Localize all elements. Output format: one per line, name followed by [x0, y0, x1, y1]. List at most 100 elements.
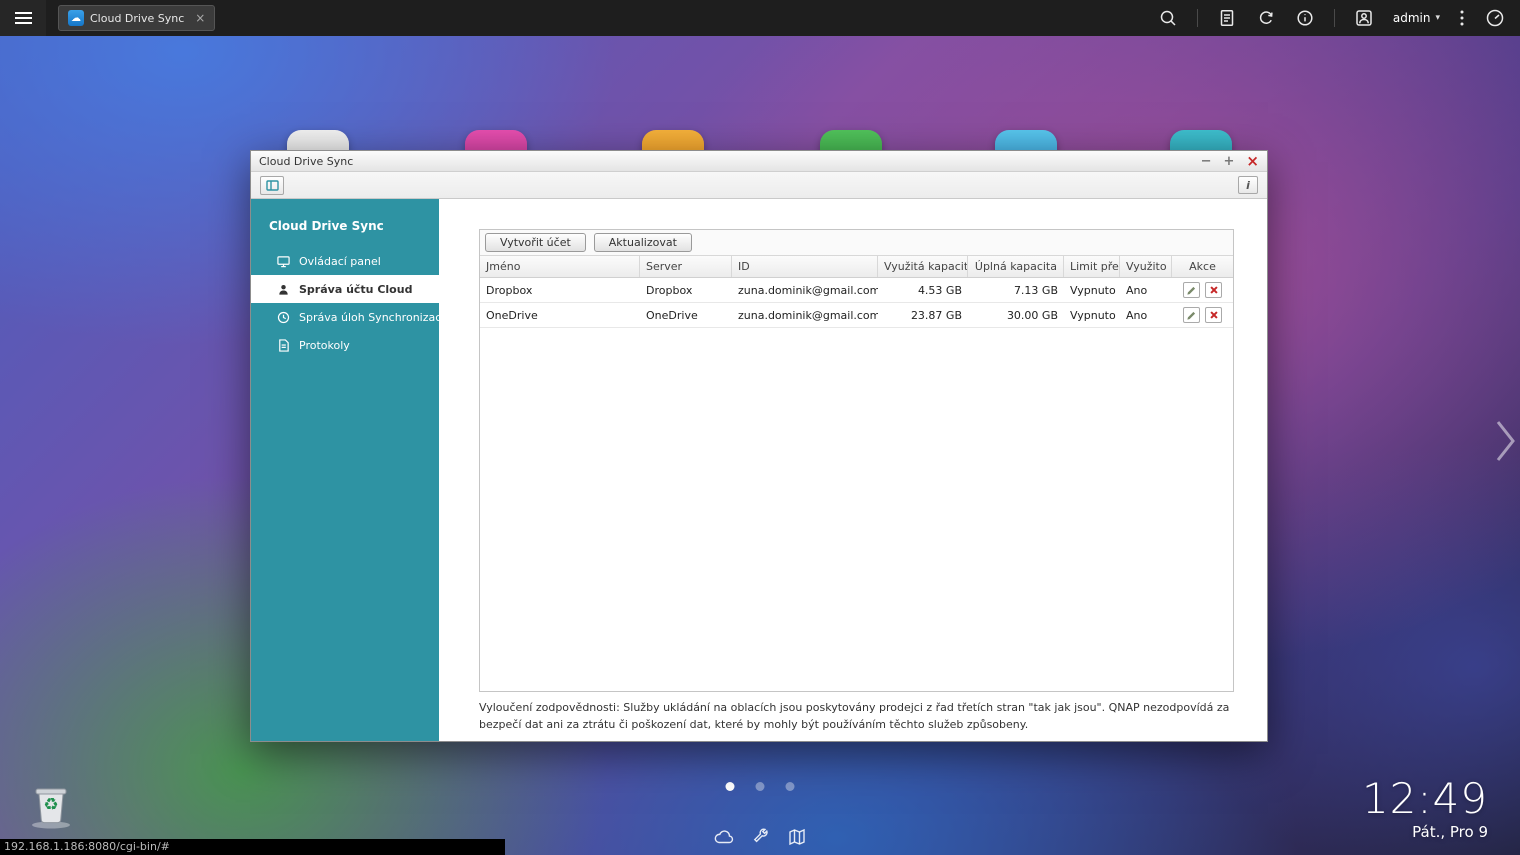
user-menu[interactable]: admin ▾	[1393, 11, 1440, 25]
search-button[interactable]	[1158, 8, 1178, 28]
cloud-icon	[713, 828, 735, 846]
delete-x-icon	[1209, 310, 1219, 320]
next-desktop-button[interactable]	[1495, 418, 1517, 468]
cloud-app-icon: ☁	[68, 10, 84, 26]
background-tasks-icon	[1217, 8, 1237, 28]
recycle-bin[interactable]: ♻	[25, 779, 77, 831]
cell-server: OneDrive	[640, 309, 732, 322]
clock-date: Pát., Pro 9	[1362, 823, 1488, 841]
column-header-uplna[interactable]: Úplná kapacita	[968, 256, 1064, 277]
window-content: Vytvořit účet Aktualizovat Jméno Server …	[439, 199, 1267, 741]
user-profile-button[interactable]	[1354, 8, 1374, 28]
close-icon[interactable]: ×	[1246, 154, 1259, 169]
refresh-button[interactable]: Aktualizovat	[594, 233, 692, 252]
page-dot-2[interactable]	[756, 782, 765, 791]
desktop-page-indicator	[726, 782, 795, 791]
sidebar-item-label: Ovládací panel	[299, 255, 381, 268]
notification-button[interactable]	[1295, 8, 1315, 28]
external-device-icon	[1256, 8, 1276, 28]
search-icon	[1158, 8, 1178, 28]
status-url-bar: 192.168.1.186:8080/cgi-bin/#	[0, 839, 505, 855]
cell-total: 30.00 GB	[968, 309, 1064, 322]
column-header-limit[interactable]: Limit pře...	[1064, 256, 1120, 277]
table-row-dropbox[interactable]: Dropbox Dropbox zuna.dominik@gmail.com 4…	[480, 278, 1233, 303]
cell-limit: Vypnuto	[1064, 309, 1120, 322]
window-sidebar: Cloud Drive Sync Ovládací panel Správa ú…	[251, 199, 439, 741]
column-header-server[interactable]: Server	[640, 256, 732, 277]
cell-used: 4.53 GB	[878, 284, 968, 297]
sidebar-item-protokoly[interactable]: Protokoly	[251, 331, 439, 359]
window-title: Cloud Drive Sync	[259, 155, 353, 168]
minimize-icon[interactable]: −	[1201, 155, 1212, 168]
sidebar-header: Cloud Drive Sync	[251, 215, 439, 247]
cell-active: Ano	[1120, 309, 1172, 322]
cell-used: 23.87 GB	[878, 309, 968, 322]
wrench-icon	[752, 828, 770, 846]
cell-actions	[1172, 307, 1233, 323]
dashboard-panel-icon	[277, 255, 290, 268]
create-account-button[interactable]: Vytvořit účet	[485, 233, 586, 252]
sidebar-item-label: Protokoly	[299, 339, 350, 352]
accounts-toolbar: Vytvořit účet Aktualizovat	[480, 230, 1233, 256]
table-body: Dropbox Dropbox zuna.dominik@gmail.com 4…	[480, 278, 1233, 691]
delete-x-icon	[1209, 285, 1219, 295]
maximize-icon[interactable]: +	[1224, 155, 1235, 168]
sync-tasks-icon	[277, 311, 290, 324]
user-account-icon	[277, 283, 290, 296]
info-glyph: i	[1246, 179, 1250, 192]
user-icon	[1354, 8, 1374, 28]
column-header-vyuzita[interactable]: Využitá kapacita	[878, 256, 968, 277]
more-vertical-icon	[1459, 8, 1465, 28]
help-info-button[interactable]: i	[1238, 176, 1258, 194]
guide-button[interactable]	[787, 828, 807, 846]
edit-pencil-icon	[1186, 285, 1197, 296]
column-header-id[interactable]: ID	[732, 256, 878, 277]
hamburger-icon	[15, 12, 32, 14]
top-taskbar: ☁ Cloud Drive Sync × admin ▾	[0, 0, 1520, 36]
logs-document-icon	[277, 339, 290, 352]
edit-account-button[interactable]	[1183, 282, 1200, 298]
table-row-onedrive[interactable]: OneDrive OneDrive zuna.dominik@gmail.com…	[480, 303, 1233, 328]
toggle-sidebar-button[interactable]	[260, 176, 284, 195]
cloud-services-button[interactable]	[713, 828, 735, 846]
status-url: 192.168.1.186:8080/cgi-bin/#	[4, 840, 170, 853]
page-dot-1[interactable]	[726, 782, 735, 791]
chevron-right-icon	[1495, 418, 1517, 464]
page-dot-3[interactable]	[786, 782, 795, 791]
tab-close-icon[interactable]: ×	[195, 11, 205, 25]
cell-id: zuna.dominik@gmail.com	[732, 309, 878, 322]
cell-name: OneDrive	[480, 309, 640, 322]
taskbar-actions: admin ▾	[1158, 7, 1520, 29]
disclaimer-text: Vyloučení zodpovědnosti: Služby ukládání…	[479, 699, 1234, 733]
info-icon	[1295, 8, 1315, 28]
sidebar-item-label: Správa úloh Synchronizace	[299, 311, 448, 324]
column-header-jmeno[interactable]: Jméno	[480, 256, 640, 277]
cell-actions	[1172, 282, 1233, 298]
cell-id: zuna.dominik@gmail.com	[732, 284, 878, 297]
delete-account-button[interactable]	[1205, 282, 1222, 298]
more-options-button[interactable]	[1459, 8, 1465, 28]
external-device-button[interactable]	[1256, 8, 1276, 28]
edit-pencil-icon	[1186, 310, 1197, 321]
sidebar-item-ovladaci-panel[interactable]: Ovládací panel	[251, 247, 439, 275]
column-header-vyuzito[interactable]: Využito	[1120, 256, 1172, 277]
sidebar-item-sprava-uloh-synchronizace[interactable]: Správa úloh Synchronizace	[251, 303, 439, 331]
sidebar-item-label: Správa účtu Cloud	[299, 283, 412, 296]
edit-account-button[interactable]	[1183, 307, 1200, 323]
dashboard-button[interactable]	[1484, 7, 1506, 29]
divider	[1334, 9, 1335, 27]
window-controls: − + ×	[1201, 154, 1259, 169]
sidebar-item-sprava-uctu-cloud[interactable]: Správa účtu Cloud	[251, 275, 439, 303]
main-menu-button[interactable]	[0, 0, 46, 36]
utilities-button[interactable]	[752, 828, 770, 846]
cell-active: Ano	[1120, 284, 1172, 297]
window-body: Cloud Drive Sync Ovládací panel Správa ú…	[251, 199, 1267, 741]
window-titlebar[interactable]: Cloud Drive Sync − + ×	[251, 151, 1267, 172]
delete-account-button[interactable]	[1205, 307, 1222, 323]
layout-panel-icon	[266, 180, 279, 191]
background-tasks-button[interactable]	[1217, 8, 1237, 28]
table-header-row: Jméno Server ID Využitá kapacita Úplná k…	[480, 256, 1233, 278]
app-tab-cloud-drive-sync[interactable]: ☁ Cloud Drive Sync ×	[58, 5, 215, 31]
desktop-dock	[713, 828, 807, 846]
dashboard-gauge-icon	[1484, 7, 1506, 29]
